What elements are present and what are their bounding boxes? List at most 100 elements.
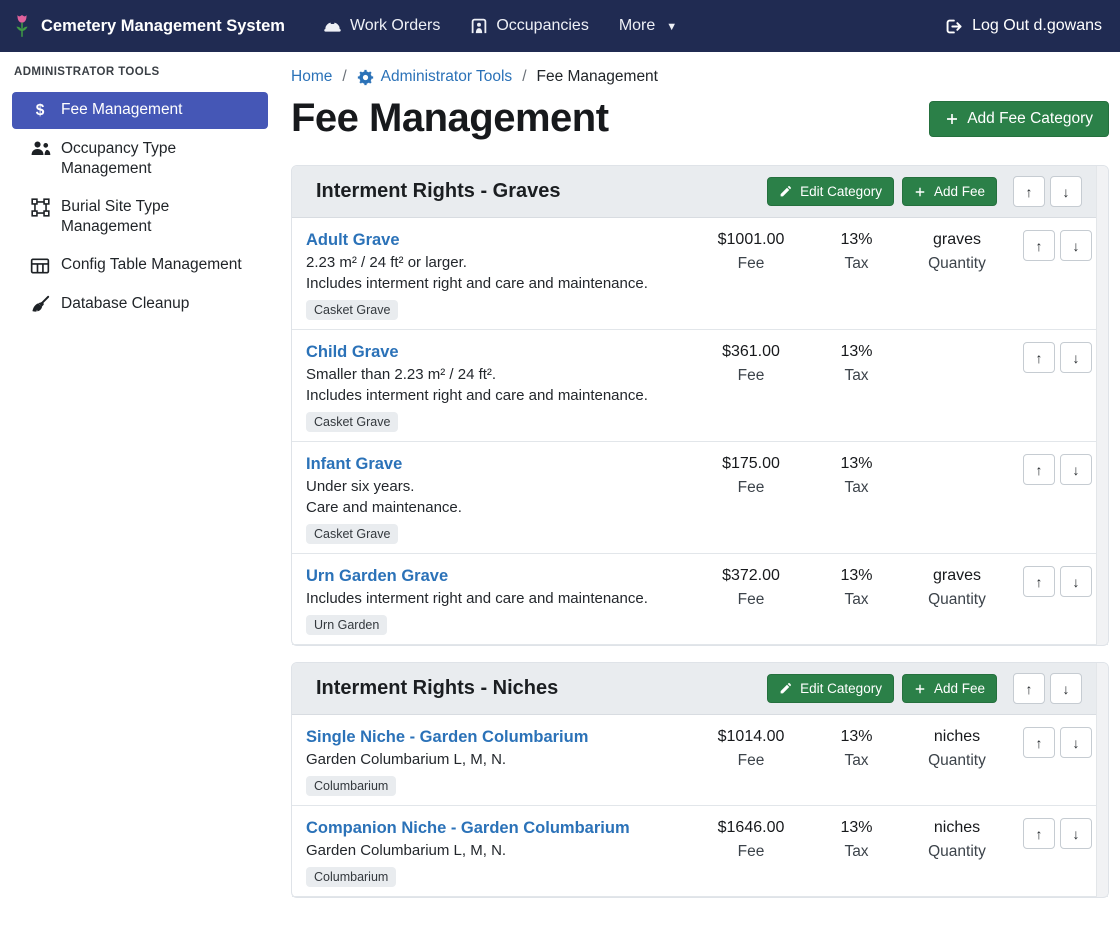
fee-down-button[interactable]: ↓ — [1060, 342, 1092, 373]
fee-amount: $1646.00 — [691, 819, 811, 838]
fee-tag: Casket Grave — [306, 412, 398, 432]
fee-quantity-col — [902, 342, 1012, 343]
fee-up-button[interactable]: ↑ — [1023, 230, 1055, 261]
page-title: Fee Management — [291, 96, 609, 141]
sidebar-item-label: Occupancy Type Management — [61, 139, 258, 179]
category-actions: Edit Category Add Fee ↑ ↓ — [767, 176, 1082, 207]
fee-amount-col: $1014.00 Fee — [691, 727, 811, 770]
fee-down-button[interactable]: ↓ — [1060, 818, 1092, 849]
edit-category-label: Edit Category — [800, 184, 882, 199]
fee-tax: 13% — [819, 231, 894, 250]
fee-reorder-group: ↑ ↓ — [1023, 454, 1092, 485]
arrow-down-icon: ↓ — [1073, 238, 1080, 254]
fee-quantity-col: niches Quantity — [902, 818, 1012, 861]
breadcrumb: Home / Administrator Tools / Fee Managem… — [291, 68, 1109, 86]
arrow-down-icon: ↓ — [1063, 184, 1070, 200]
category-down-button[interactable]: ↓ — [1050, 176, 1082, 207]
fee-amount-col: $1001.00 Fee — [691, 230, 811, 273]
nav-more[interactable]: More ▼ — [619, 17, 677, 35]
arrow-up-icon: ↑ — [1026, 681, 1033, 697]
edit-category-button[interactable]: Edit Category — [767, 674, 894, 703]
category-down-button[interactable]: ↓ — [1050, 673, 1082, 704]
sidebar-item-database-cleanup[interactable]: Database Cleanup — [12, 286, 268, 323]
arrow-up-icon: ↑ — [1036, 238, 1043, 254]
fee-tax-col: 13% Tax — [819, 818, 894, 861]
sidebar-item-fee-management[interactable]: $ Fee Management — [12, 92, 268, 129]
add-fee-category-button[interactable]: Add Fee Category — [929, 101, 1109, 137]
fee-down-button[interactable]: ↓ — [1060, 566, 1092, 597]
arrow-down-icon: ↓ — [1063, 681, 1070, 697]
flower-logo-icon — [12, 13, 32, 39]
fee-quantity: niches — [902, 728, 1012, 747]
category-up-button[interactable]: ↑ — [1013, 176, 1045, 207]
arrow-up-icon: ↑ — [1036, 462, 1043, 478]
category-up-button[interactable]: ↑ — [1013, 673, 1045, 704]
fee-tax-label: Tax — [819, 843, 894, 861]
fee-quantity: graves — [902, 567, 1012, 586]
add-fee-button[interactable]: Add Fee — [902, 177, 997, 206]
fee-tax: 13% — [819, 343, 894, 362]
fee-name-link[interactable]: Adult Grave — [306, 230, 400, 250]
sidebar-item-occupancy-type-management[interactable]: Occupancy Type Management — [12, 131, 268, 187]
app-brand[interactable]: Cemetery Management System — [12, 13, 285, 39]
arrow-down-icon: ↓ — [1073, 826, 1080, 842]
vector-square-icon — [29, 198, 51, 217]
fee-description: Includes interment right and care and ma… — [306, 588, 683, 609]
category-header: Interment Rights - Graves Edit Category — [292, 166, 1108, 218]
card-scrollbar[interactable] — [1096, 663, 1108, 897]
logout-icon — [944, 17, 963, 36]
category-title: Interment Rights - Niches — [316, 677, 767, 700]
fee-up-button[interactable]: ↑ — [1023, 566, 1055, 597]
fee-tax: 13% — [819, 728, 894, 747]
breadcrumb-home[interactable]: Home — [291, 68, 332, 86]
fee-name-link[interactable]: Child Grave — [306, 342, 399, 362]
fee-tag: Columbarium — [306, 867, 396, 887]
fee-reorder-group: ↑ ↓ — [1023, 818, 1092, 849]
sidebar-item-label: Burial Site Type Management — [61, 197, 258, 237]
arrow-down-icon: ↓ — [1073, 350, 1080, 366]
fee-up-button[interactable]: ↑ — [1023, 454, 1055, 485]
fee-down-button[interactable]: ↓ — [1060, 727, 1092, 758]
fee-amount-label: Fee — [691, 591, 811, 609]
fee-quantity-label: Quantity — [902, 752, 1012, 770]
fee-tag: Urn Garden — [306, 615, 387, 635]
arrow-up-icon: ↑ — [1036, 826, 1043, 842]
fee-tax: 13% — [819, 819, 894, 838]
fee-tag: Columbarium — [306, 776, 396, 796]
sidebar-item-config-table-management[interactable]: Config Table Management — [12, 247, 268, 284]
nav-occupancies[interactable]: Occupancies — [470, 17, 589, 35]
fee-up-button[interactable]: ↑ — [1023, 818, 1055, 849]
fee-tax-col: 13% Tax — [819, 566, 894, 609]
fee-amount-col: $372.00 Fee — [691, 566, 811, 609]
category-actions: Edit Category Add Fee ↑ ↓ — [767, 673, 1082, 704]
pencil-icon — [779, 185, 792, 198]
edit-category-button[interactable]: Edit Category — [767, 177, 894, 206]
fee-name-link[interactable]: Urn Garden Grave — [306, 566, 448, 586]
fee-row-infant-grave: Infant Grave Under six years. Care and m… — [292, 442, 1108, 554]
fee-row-child-grave: Child Grave Smaller than 2.23 m² / 24 ft… — [292, 330, 1108, 442]
sidebar-item-burial-site-type-management[interactable]: Burial Site Type Management — [12, 189, 268, 245]
add-fee-button[interactable]: Add Fee — [902, 674, 997, 703]
card-scrollbar[interactable] — [1096, 166, 1108, 645]
breadcrumb-administrator-tools[interactable]: Administrator Tools — [357, 68, 513, 86]
plus-icon — [945, 112, 959, 126]
breadcrumb-separator: / — [522, 68, 526, 86]
fee-name-link[interactable]: Single Niche - Garden Columbarium — [306, 727, 588, 747]
logout-link[interactable]: Log Out d.gowans — [944, 17, 1102, 36]
fee-up-button[interactable]: ↑ — [1023, 342, 1055, 373]
category-title: Interment Rights - Graves — [316, 180, 767, 203]
fee-reorder-group: ↑ ↓ — [1023, 566, 1092, 597]
fee-name-link[interactable]: Companion Niche - Garden Columbarium — [306, 818, 630, 838]
fee-down-button[interactable]: ↓ — [1060, 454, 1092, 485]
fee-tax: 13% — [819, 455, 894, 474]
fee-quantity-label: Quantity — [902, 255, 1012, 273]
nav-occupancies-label: Occupancies — [496, 17, 589, 35]
fee-up-button[interactable]: ↑ — [1023, 727, 1055, 758]
fee-tag: Casket Grave — [306, 300, 398, 320]
fee-down-button[interactable]: ↓ — [1060, 230, 1092, 261]
edit-category-label: Edit Category — [800, 681, 882, 696]
fee-amount-col: $1646.00 Fee — [691, 818, 811, 861]
app-title: Cemetery Management System — [41, 17, 285, 36]
nav-work-orders[interactable]: Work Orders — [323, 17, 440, 36]
fee-name-link[interactable]: Infant Grave — [306, 454, 402, 474]
